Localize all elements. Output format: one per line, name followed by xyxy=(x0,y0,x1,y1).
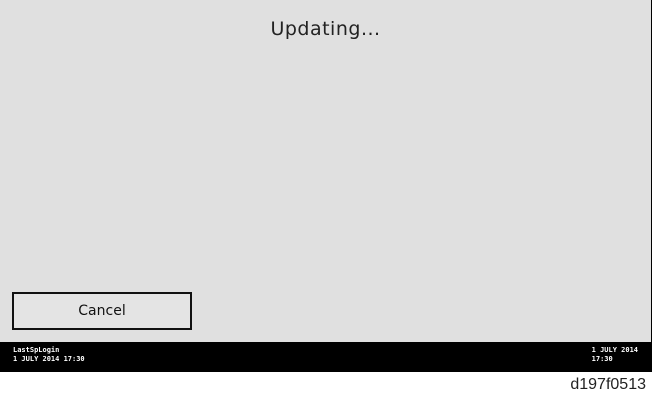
last-login-datetime: 1 JULY 2014 17:30 xyxy=(13,355,85,363)
figure-id: d197f0513 xyxy=(570,376,646,393)
operation-panel-screen: Updating... Cancel LastSpLogin 1 JULY 20… xyxy=(0,0,652,372)
status-bar: LastSpLogin 1 JULY 2014 17:30 1 JULY 201… xyxy=(0,342,652,372)
current-date: 1 JULY 2014 xyxy=(591,346,638,354)
current-time: 17:30 xyxy=(591,355,613,363)
status-right: 1 JULY 2014 17:30 xyxy=(592,346,638,364)
page-title: Updating... xyxy=(270,18,381,40)
page: Updating... Cancel LastSpLogin 1 JULY 20… xyxy=(0,0,652,400)
cancel-button[interactable]: Cancel xyxy=(12,292,192,330)
status-left: LastSpLogin 1 JULY 2014 17:30 xyxy=(13,346,85,364)
cancel-button-label: Cancel xyxy=(78,303,126,319)
last-login-label: LastSpLogin xyxy=(13,346,60,354)
